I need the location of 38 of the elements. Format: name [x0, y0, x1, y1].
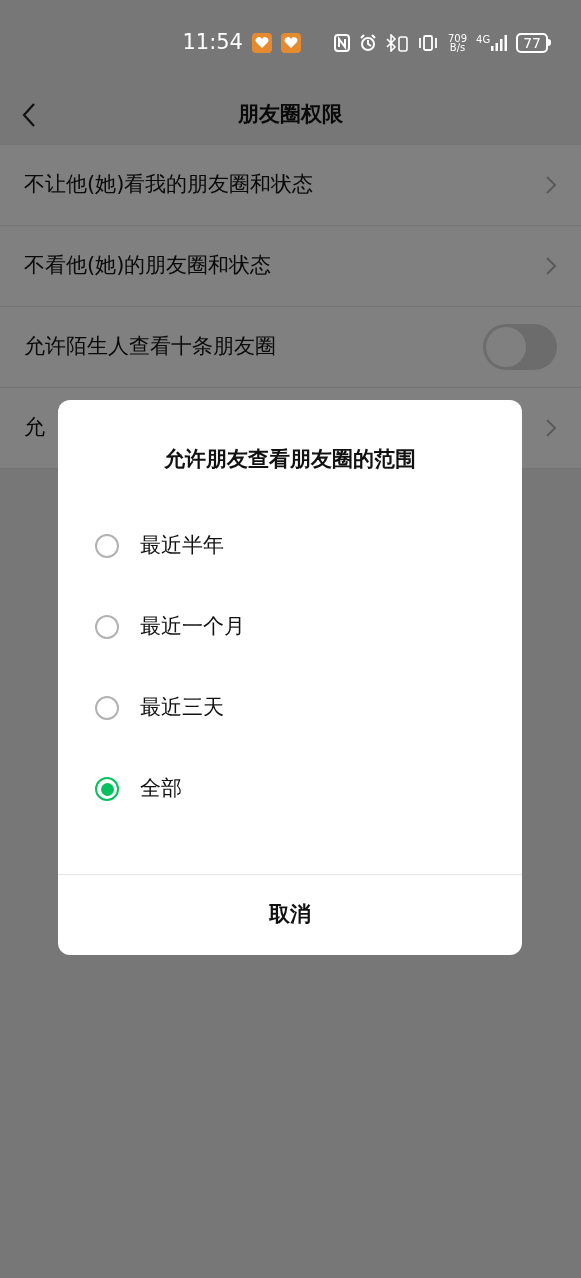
alarm-icon: [358, 33, 377, 52]
vibrate-icon: [416, 33, 439, 52]
option-label: 最近一个月: [140, 613, 245, 641]
settings-row[interactable]: 不让他(她)看我的朋友圈和状态: [0, 145, 581, 226]
radio-button[interactable]: [95, 534, 119, 558]
cancel-button[interactable]: 取消: [58, 873, 522, 955]
app-notification-icon: [251, 32, 272, 53]
network-speed-unit: B/s: [449, 42, 466, 52]
radio-option[interactable]: 最近半年: [58, 505, 522, 587]
page-title: 朋友圈权限: [237, 101, 344, 129]
chevron-right-icon: [545, 256, 557, 276]
dialog-title: 允许朋友查看朋友圈的范围: [163, 446, 417, 473]
nfc-icon: [333, 33, 350, 52]
chevron-right-icon: [545, 175, 557, 195]
option-label: 最近半年: [140, 532, 224, 560]
back-icon[interactable]: [22, 102, 36, 128]
row-label: 允: [24, 414, 46, 442]
network-type: 4G: [476, 34, 491, 45]
network-speed: 709: [447, 33, 468, 43]
radio-option[interactable]: 最近三天: [58, 667, 522, 749]
settings-row[interactable]: 不看他(她)的朋友圈和状态: [0, 226, 581, 307]
radio-option[interactable]: 最近一个月: [58, 586, 522, 668]
row-label: 不看他(她)的朋友圈和状态: [24, 252, 273, 280]
radio-button[interactable]: [95, 696, 119, 720]
settings-row[interactable]: 允许陌生人查看十条朋友圈: [0, 307, 581, 388]
radio-button[interactable]: [95, 615, 119, 639]
row-label: 允许陌生人查看十条朋友圈: [24, 333, 277, 361]
radio-option[interactable]: 全部: [58, 748, 522, 830]
chevron-right-icon: [545, 418, 557, 438]
radio-button[interactable]: [95, 777, 119, 801]
bluetooth-battery-icon: [385, 33, 408, 52]
option-label: 最近三天: [140, 694, 224, 722]
app-notification-icon: [280, 32, 301, 53]
row-label: 不让他(她)看我的朋友圈和状态: [24, 171, 315, 199]
status-time: 11:54: [182, 28, 243, 56]
signal-icon: [491, 34, 508, 51]
battery-level: 77: [516, 32, 548, 53]
option-label: 全部: [140, 775, 182, 803]
